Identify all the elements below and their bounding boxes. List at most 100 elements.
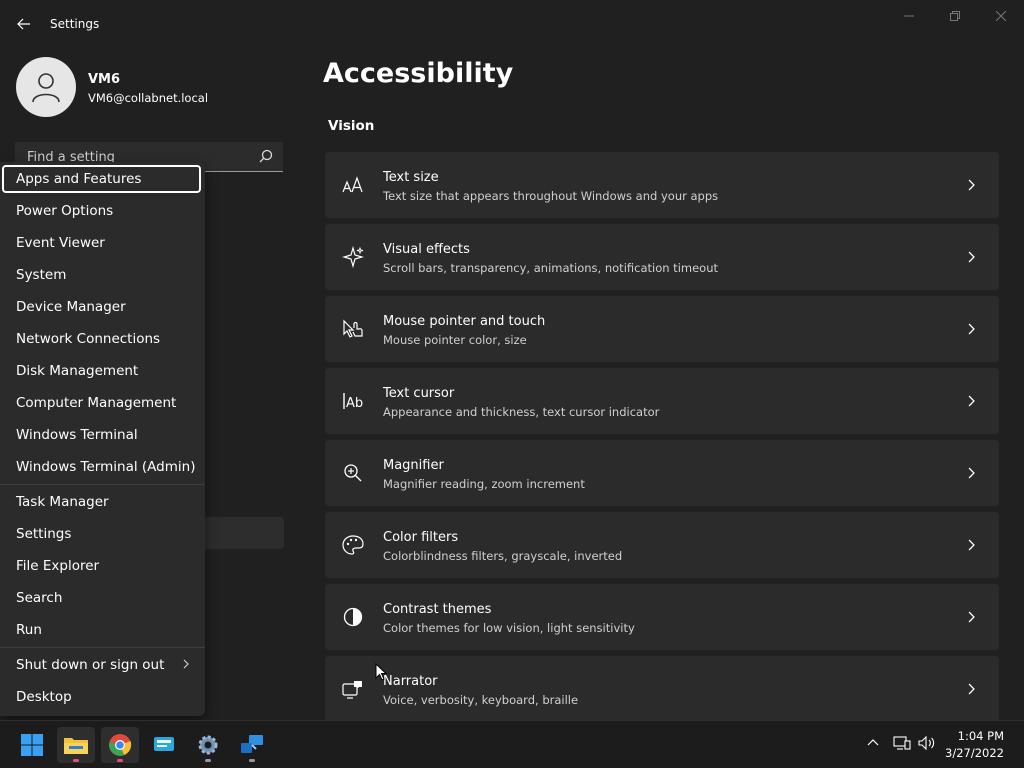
menu-item-desktop[interactable]: Desktop — [0, 682, 205, 712]
menu-item-label: Shut down or sign out — [16, 657, 165, 673]
chevron-right-icon — [965, 466, 979, 480]
menu-item-computer-management[interactable]: Computer Management — [0, 388, 205, 418]
back-arrow-icon — [17, 18, 30, 30]
restore-icon — [950, 11, 960, 21]
card-description: Voice, verbosity, keyboard, braille — [383, 693, 579, 707]
chevron-right-icon — [965, 322, 979, 336]
back-button[interactable] — [12, 12, 36, 36]
taskbar-remote-app[interactable] — [233, 727, 271, 763]
menu-item-network-connections[interactable]: Network Connections — [0, 324, 205, 354]
taskbar-file-explorer[interactable] — [57, 727, 95, 763]
menu-item-device-manager[interactable]: Device Manager — [0, 292, 205, 322]
user-name: VM6 — [88, 72, 121, 87]
card-title: Text size — [383, 170, 439, 185]
text-cursor-icon: Ab — [342, 390, 364, 412]
clock-time[interactable]: 1:04 PM — [958, 729, 1004, 743]
card-title: Narrator — [383, 674, 438, 689]
card-title: Contrast themes — [383, 602, 492, 617]
page-title: Accessibility — [323, 58, 514, 89]
menu-item-run[interactable]: Run — [0, 615, 205, 645]
card-mouse-pointer-touch[interactable]: Mouse pointer and touch Mouse pointer co… — [325, 296, 999, 362]
card-description: Text size that appears throughout Window… — [383, 189, 719, 203]
menu-item-label: Network Connections — [16, 331, 161, 347]
card-visual-effects[interactable]: Visual effects Scroll bars, transparency… — [325, 224, 999, 290]
card-description: Scroll bars, transparency, animations, n… — [383, 261, 718, 275]
volume-icon[interactable] — [918, 736, 936, 750]
clock-date[interactable]: 3/27/2022 — [945, 746, 1004, 760]
menu-item-disk-management[interactable]: Disk Management — [0, 356, 205, 386]
settings-window: Settings VM6 VM6@collabnet.local Find a … — [0, 0, 1024, 722]
menu-item-windows-terminal-admin[interactable]: Windows Terminal (Admin) — [0, 452, 205, 482]
card-description: Color themes for low vision, light sensi… — [383, 621, 635, 635]
menu-item-apps-and-features[interactable]: Apps and Features — [0, 164, 205, 194]
card-text-size[interactable]: Text size Text size that appears through… — [325, 152, 999, 218]
taskbar-app[interactable] — [145, 727, 183, 763]
card-color-filters[interactable]: Color filters Colorblindness filters, gr… — [325, 512, 999, 578]
taskbar-chrome[interactable] — [101, 727, 139, 763]
minimize-button[interactable] — [886, 6, 932, 26]
card-description: Magnifier reading, zoom increment — [383, 477, 585, 491]
sparkle-icon — [342, 246, 364, 268]
start-button[interactable] — [13, 727, 51, 763]
user-email: VM6@collabnet.local — [88, 91, 209, 105]
running-indicator — [205, 759, 211, 762]
remote-app-icon — [241, 735, 263, 753]
card-title: Text cursor — [383, 386, 455, 401]
title-bar: Settings — [0, 0, 1024, 48]
card-description: Colorblindness filters, grayscale, inver… — [383, 549, 623, 563]
card-magnifier[interactable]: Magnifier Magnifier reading, zoom increm… — [325, 440, 999, 506]
avatar[interactable] — [16, 57, 76, 117]
card-narrator[interactable]: Narrator Voice, verbosity, keyboard, bra… — [325, 656, 999, 722]
menu-item-system[interactable]: System — [0, 260, 205, 290]
taskbar-settings[interactable] — [189, 727, 227, 763]
app-title: Settings — [50, 17, 100, 31]
close-button[interactable] — [978, 6, 1024, 26]
menu-item-file-explorer[interactable]: File Explorer — [0, 551, 205, 581]
menu-item-label: Windows Terminal — [16, 427, 138, 443]
section-title: Vision — [328, 118, 375, 134]
menu-item-label: File Explorer — [16, 558, 100, 574]
menu-separator — [0, 484, 205, 485]
menu-item-task-manager[interactable]: Task Manager — [0, 487, 205, 517]
chevron-right-icon — [183, 659, 189, 669]
menu-item-label: Search — [16, 590, 63, 606]
pointer-touch-icon — [342, 318, 364, 340]
menu-item-settings[interactable]: Settings — [0, 519, 205, 549]
card-title: Mouse pointer and touch — [383, 314, 546, 329]
taskbar: 1:04 PM 3/27/2022 — [0, 720, 1024, 768]
chevron-right-icon — [965, 250, 979, 264]
svg-text:Ab: Ab — [346, 396, 363, 410]
settings-card-list: Text size Text size that appears through… — [325, 152, 999, 728]
menu-item-label: Device Manager — [16, 299, 126, 315]
file-explorer-icon — [64, 738, 88, 754]
chevron-right-icon — [965, 178, 979, 192]
card-description: Appearance and thickness, text cursor in… — [383, 405, 660, 419]
running-indicator — [117, 759, 123, 762]
card-title: Color filters — [383, 530, 459, 545]
chevron-right-icon — [965, 538, 979, 552]
network-icon[interactable] — [893, 736, 911, 750]
menu-item-search[interactable]: Search — [0, 583, 205, 613]
user-icon — [32, 73, 60, 103]
chevron-right-icon — [965, 610, 979, 624]
minimize-icon — [904, 15, 914, 17]
menu-item-windows-terminal[interactable]: Windows Terminal — [0, 420, 205, 450]
contrast-icon — [342, 606, 364, 628]
restore-button[interactable] — [932, 6, 978, 26]
menu-item-shut-down-or-sign-out[interactable]: Shut down or sign out — [0, 650, 205, 680]
show-hidden-icons-chevron-icon[interactable] — [867, 738, 879, 746]
menu-item-label: Disk Management — [16, 363, 139, 379]
chevron-right-icon — [965, 682, 979, 696]
card-text-cursor[interactable]: Ab Text cursor Appearance and thickness,… — [325, 368, 999, 434]
nav-item-selected-background[interactable] — [200, 517, 284, 549]
text-size-icon — [342, 174, 364, 196]
card-title: Visual effects — [383, 242, 470, 257]
menu-separator — [0, 647, 205, 648]
magnifier-icon — [342, 462, 364, 484]
menu-item-label: Event Viewer — [16, 235, 105, 251]
running-indicator — [249, 759, 255, 762]
card-contrast-themes[interactable]: Contrast themes Color themes for low vis… — [325, 584, 999, 650]
menu-item-label: Run — [16, 622, 42, 638]
menu-item-power-options[interactable]: Power Options — [0, 196, 205, 226]
menu-item-event-viewer[interactable]: Event Viewer — [0, 228, 205, 258]
